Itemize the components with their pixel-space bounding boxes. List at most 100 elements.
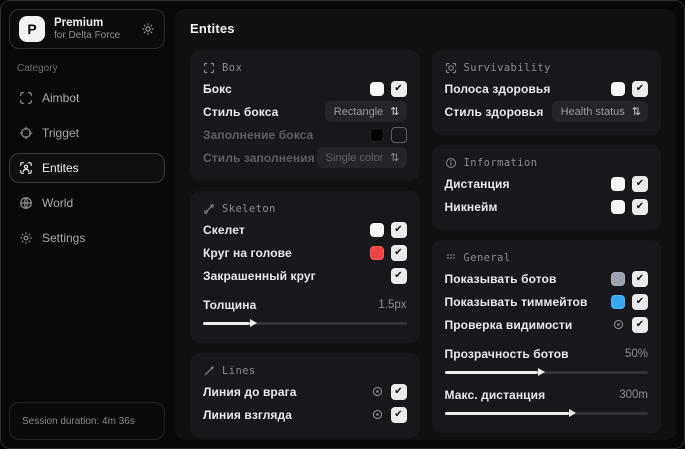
box-style-select[interactable]: Rectangle ⇅ [324,101,407,122]
gear-icon [19,231,33,245]
color-swatch[interactable] [369,222,384,237]
color-swatch[interactable] [611,81,625,96]
sidebar-item-label: Settings [42,231,86,245]
brand-name: Premium [54,16,104,29]
section-title: Box [222,62,243,74]
color-swatch[interactable] [611,271,625,286]
sidebar-item-label: Aimbot [42,91,80,105]
setting-row: Прозрачность ботов 50% [445,342,649,365]
setting-label: Скелет [203,222,245,237]
setting-label: Никнейм [444,199,498,214]
slider-thumb[interactable] [249,319,257,328]
brand-subtitle: for Delta Force [54,29,121,41]
sidebar-item-label: World [42,196,74,210]
slider-fill [203,319,257,328]
scan-frame-icon [203,62,215,74]
sidebar-item-label: Trigget [42,126,79,140]
ring-target-icon[interactable] [612,318,625,331]
setting-row: Стиль бокса Rectangle ⇅ [203,100,407,123]
setting-row: Показывать тиммейтов ✔ [444,290,648,313]
checkbox[interactable]: ✔ [632,316,648,333]
max-distance-slider[interactable] [444,408,648,418]
color-swatch[interactable] [611,176,625,191]
sidebar-nav: Aimbot Trigget Entites World Settings [9,78,165,253]
brand-card: P Premium for Delta Force [9,9,165,49]
checkbox[interactable]: ✔ [632,198,648,215]
ring-target-icon[interactable] [371,385,384,398]
sidebar-item-trigget[interactable]: Trigget [9,118,165,148]
checkbox[interactable]: ✔ [390,383,407,400]
setting-label: Бокс [203,81,232,96]
slider-thumb[interactable] [538,368,546,377]
section-title: Lines [222,365,256,377]
setting-row: Стиль здоровья Health status ⇅ [444,100,648,123]
setting-label: Закрашенный круг [203,268,316,283]
setting-label: Прозрачность ботов [444,346,569,361]
setting-row: Закрашенный круг ✔ [203,264,407,287]
setting-label: Толщина [203,297,257,312]
checkbox[interactable]: ✔ [632,293,648,310]
checkbox[interactable]: ✔ [390,244,407,261]
right-column: Survivability Полоса здоровья ✔ Стиль зд… [431,50,661,438]
checkbox[interactable]: ✔ [390,80,407,97]
health-style-select[interactable]: Health status ⇅ [551,101,648,122]
color-swatch[interactable] [369,127,384,142]
crosshair-icon [19,126,33,140]
color-swatch[interactable] [369,81,384,96]
left-column: Box Бокс ✔ Стиль бокса Rectangle ⇅ Запол… [190,50,420,438]
sidebar-item-world[interactable]: World [9,188,165,218]
fill-style-select[interactable]: Single color ⇅ [316,147,407,168]
section-title: Skeleton [222,203,276,215]
information-card-header: Information [445,155,649,172]
dots-grid-icon [445,252,457,264]
sidebar-item-entites[interactable]: Entites [9,153,165,183]
bot-opacity-slider[interactable] [444,367,648,377]
app-window: P Premium for Delta Force Category Aimbo… [0,0,685,449]
sidebar-item-settings[interactable]: Settings [9,223,165,253]
setting-label: Дистанция [444,176,510,191]
checkbox[interactable] [390,126,407,143]
checkbox[interactable]: ✔ [390,267,407,284]
ring-target-icon[interactable] [371,408,384,421]
select-value: Single color [325,151,384,164]
slider-value: 300m [619,388,648,401]
box-card: Box Бокс ✔ Стиль бокса Rectangle ⇅ Запол… [190,50,420,181]
section-title: Survivability [463,62,551,74]
setting-label: Заполнение бокса [203,127,314,142]
checkbox[interactable]: ✔ [390,406,407,423]
checkbox[interactable]: ✔ [632,175,648,192]
updown-arrows-icon: ⇅ [390,152,400,164]
info-circle-icon [445,157,457,169]
gear-icon[interactable] [141,22,155,36]
setting-label: Стиль здоровья [444,104,544,119]
general-card-header: General [445,250,649,267]
skeleton-card: Skeleton Скелет ✔ Круг на голове ✔ Закра… [190,191,420,343]
lines-card-header: Lines [203,363,407,380]
setting-label: Полоса здоровья [444,81,551,96]
setting-label: Показывать тиммейтов [444,294,588,309]
scan-frame-icon [19,91,33,105]
slider-thumb[interactable] [568,409,576,418]
category-label: Category [17,63,58,74]
checkbox[interactable]: ✔ [390,221,407,238]
color-swatch[interactable] [611,294,625,309]
settings-columns: Box Бокс ✔ Стиль бокса Rectangle ⇅ Запол… [190,50,661,438]
color-swatch[interactable] [369,245,384,260]
color-swatch[interactable] [611,199,625,214]
setting-row: Полоса здоровья ✔ [444,77,648,100]
main-panel: Entites Box Бокс ✔ Стиль бокса Rectangle… [175,9,676,440]
setting-row: Никнейм ✔ [444,195,648,218]
sidebar: P Premium for Delta Force Category Aimbo… [1,1,173,448]
setting-row: Показывать ботов ✔ [444,267,648,290]
setting-row: Скелет ✔ [203,218,407,241]
diagonal-line-icon [203,365,215,377]
section-title: Information [463,157,538,169]
thickness-slider[interactable] [203,318,407,328]
checkbox[interactable]: ✔ [632,80,648,97]
sidebar-item-aimbot[interactable]: Aimbot [9,83,165,113]
globe-icon [19,196,33,210]
brand-text: Premium for Delta Force [54,17,132,42]
target-circle-icon [445,62,457,74]
setting-label: Показывать ботов [444,271,557,286]
checkbox[interactable]: ✔ [632,270,648,287]
